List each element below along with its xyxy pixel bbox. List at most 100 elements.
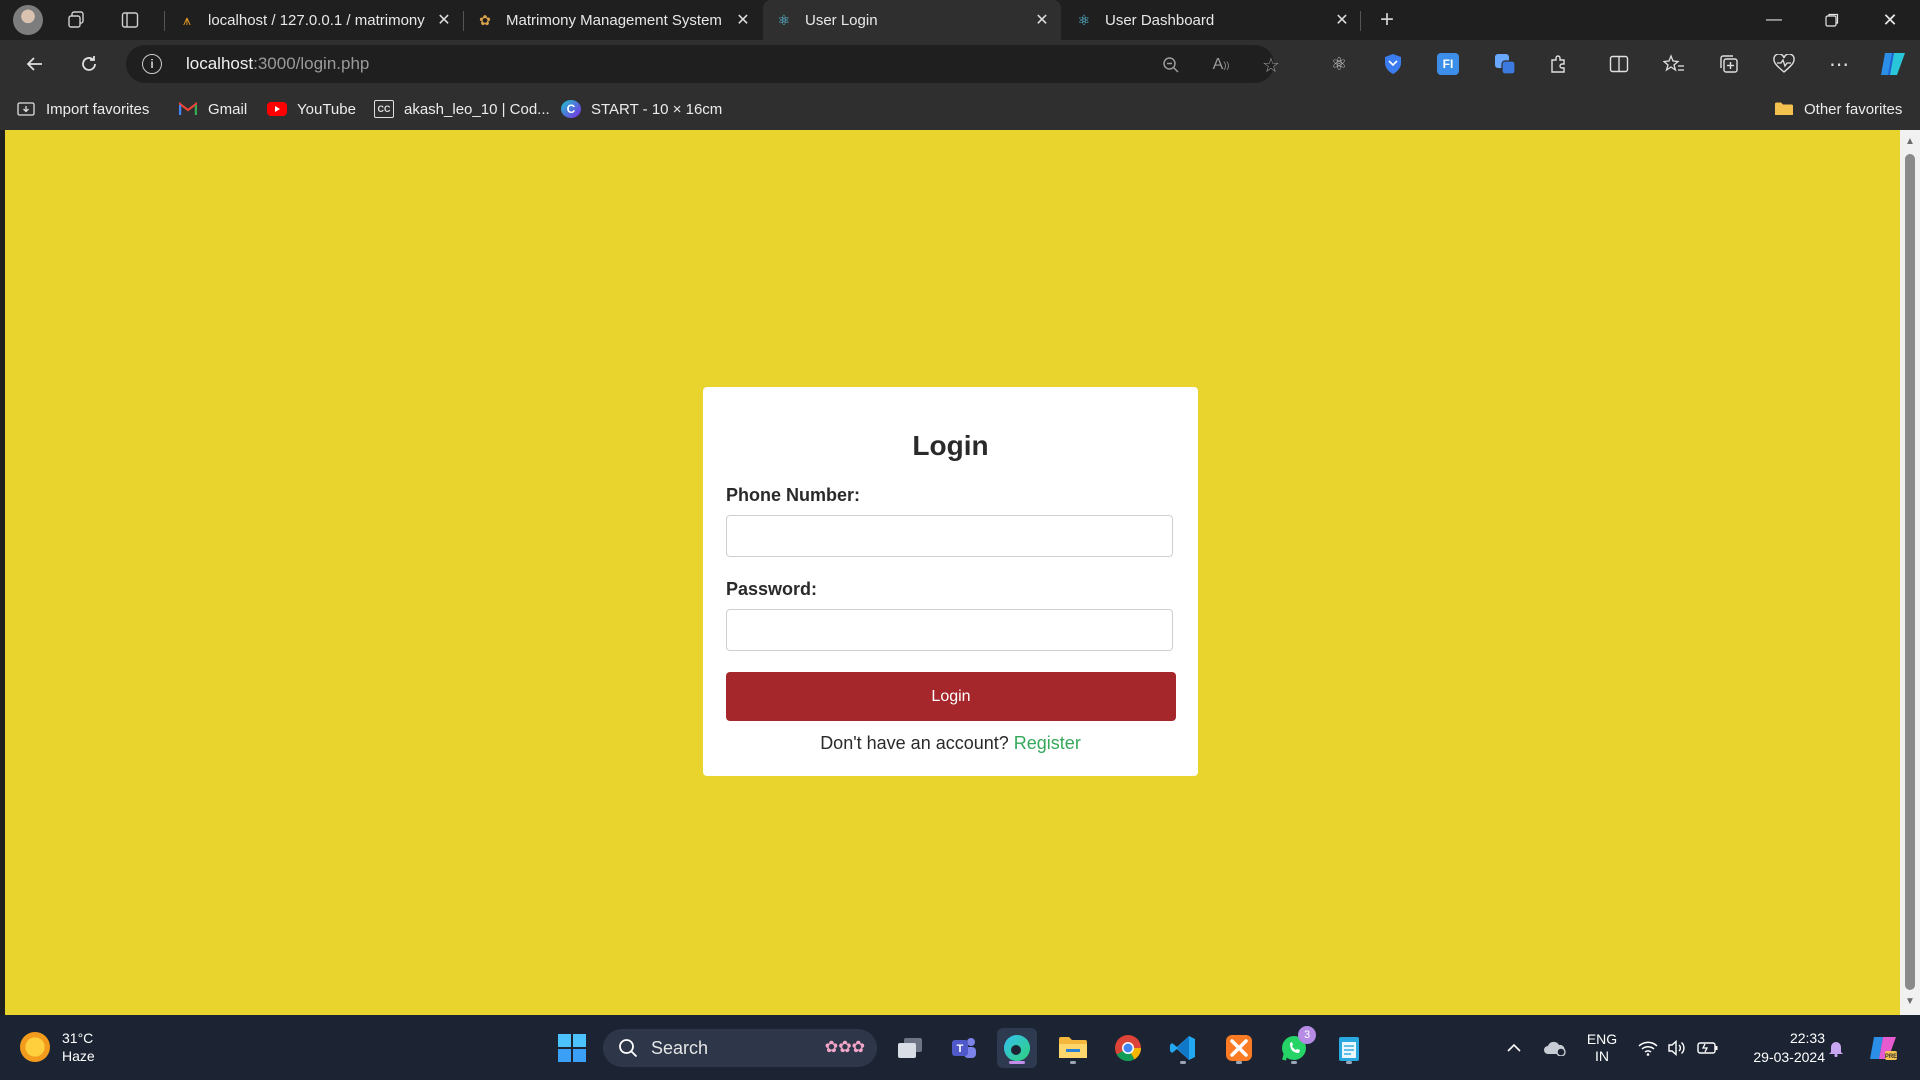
vertical-tabs-icon[interactable] bbox=[116, 6, 144, 34]
phone-number-input[interactable] bbox=[726, 515, 1173, 557]
site-info-icon[interactable]: i bbox=[142, 54, 162, 74]
copilot-taskbar-icon[interactable]: PRE bbox=[1863, 1015, 1903, 1080]
notification-bell-icon[interactable] bbox=[1822, 1015, 1850, 1080]
close-tab-icon[interactable]: ✕ bbox=[435, 11, 453, 29]
page-scrollbar[interactable]: ▲ ▼ bbox=[1900, 130, 1920, 1015]
tab-phpmyadmin[interactable]: ⩚ localhost / 127.0.0.1 / matrimony ✕ bbox=[166, 0, 463, 40]
new-tab-icon[interactable]: + bbox=[1373, 6, 1401, 34]
whatsapp-icon[interactable]: 3 bbox=[1274, 1026, 1316, 1068]
workspaces-icon[interactable] bbox=[62, 6, 90, 34]
favorite-label: YouTube bbox=[297, 100, 356, 118]
favorite-other-folder[interactable]: Other favorites bbox=[1774, 98, 1902, 120]
profile-avatar[interactable] bbox=[13, 5, 43, 35]
task-view-icon[interactable] bbox=[890, 1028, 930, 1068]
scroll-down-icon[interactable]: ▼ bbox=[1904, 996, 1916, 1008]
chevron-up-icon[interactable] bbox=[1500, 1015, 1528, 1080]
close-window-icon[interactable]: ✕ bbox=[1861, 0, 1919, 40]
phpmyadmin-icon: ⩚ bbox=[183, 11, 191, 28]
extensions-puzzle-icon[interactable] bbox=[1541, 48, 1575, 80]
login-button[interactable]: Login bbox=[726, 672, 1176, 721]
fi-extension-icon[interactable]: FI bbox=[1431, 48, 1465, 80]
xampp-icon[interactable] bbox=[1219, 1028, 1259, 1068]
tab-strip: ⩚ localhost / 127.0.0.1 / matrimony ✕ ✿ … bbox=[0, 0, 1920, 40]
back-arrow-icon[interactable] bbox=[18, 48, 52, 80]
copilot-icon[interactable] bbox=[1876, 48, 1910, 80]
running-app-indicator bbox=[1236, 1061, 1242, 1064]
react-icon: ⚛ bbox=[1077, 11, 1091, 28]
scroll-thumb[interactable] bbox=[1905, 154, 1915, 990]
canva-icon: C bbox=[561, 100, 581, 118]
running-app-indicator bbox=[1291, 1061, 1297, 1064]
zoom-out-icon[interactable] bbox=[1160, 54, 1182, 76]
shield-extension-icon[interactable] bbox=[1376, 48, 1410, 80]
notification-badge: 3 bbox=[1298, 1026, 1316, 1044]
file-explorer-icon[interactable] bbox=[1053, 1028, 1093, 1068]
tab-title: localhost / 127.0.0.1 / matrimony bbox=[208, 11, 425, 29]
browser-toolbar: i localhost:3000/login.php A)) ☆ ⚛ FI ⋯ bbox=[0, 40, 1920, 112]
collections-icon[interactable] bbox=[1712, 48, 1746, 80]
notepad-icon[interactable] bbox=[1329, 1028, 1369, 1068]
start-windows-icon[interactable] bbox=[552, 1028, 592, 1068]
favorite-codechef[interactable]: CC akash_leo_10 | Cod... bbox=[374, 98, 550, 120]
close-tab-icon[interactable]: ✕ bbox=[1033, 11, 1051, 29]
refresh-icon[interactable] bbox=[72, 48, 106, 80]
tab-user-dashboard[interactable]: ⚛ User Dashboard ✕ bbox=[1063, 0, 1361, 40]
favorite-label: Import favorites bbox=[46, 100, 150, 118]
favorite-label: START - 10 × 16cm bbox=[591, 100, 723, 118]
browser-essentials-icon[interactable] bbox=[1767, 48, 1801, 80]
wifi-icon[interactable] bbox=[1635, 1015, 1661, 1080]
register-prompt: Don't have an account? Register bbox=[703, 733, 1198, 754]
search-icon bbox=[617, 1037, 639, 1059]
svg-text:T: T bbox=[957, 1043, 964, 1055]
system-clock[interactable]: 22:33 29-03-2024 bbox=[1735, 1029, 1825, 1067]
running-app-indicator bbox=[1070, 1061, 1076, 1064]
restore-icon[interactable] bbox=[1803, 0, 1861, 40]
close-tab-icon[interactable]: ✕ bbox=[734, 11, 752, 29]
tab-user-login[interactable]: ⚛ User Login ✕ bbox=[763, 0, 1061, 40]
windows-taskbar: 31°C Haze Search ✿✿✿ T 3 ENG IN 22:33 29… bbox=[0, 1015, 1920, 1080]
minimize-icon[interactable]: — bbox=[1745, 0, 1803, 40]
register-link[interactable]: Register bbox=[1014, 733, 1081, 753]
favorite-label: akash_leo_10 | Cod... bbox=[404, 100, 550, 118]
language-code: ENG bbox=[1586, 1030, 1618, 1047]
volume-icon[interactable] bbox=[1664, 1015, 1690, 1080]
favorite-canva[interactable]: C START - 10 × 16cm bbox=[561, 98, 722, 120]
favorite-label: Other favorites bbox=[1804, 100, 1903, 118]
address-bar[interactable]: i localhost:3000/login.php A)) ☆ bbox=[126, 45, 1280, 83]
login-title: Login bbox=[912, 430, 989, 461]
read-aloud-icon[interactable]: A)) bbox=[1210, 54, 1232, 76]
vscode-icon[interactable] bbox=[1163, 1028, 1203, 1068]
weather-widget[interactable]: 31°C Haze bbox=[20, 1029, 95, 1065]
favorites-icon[interactable] bbox=[1657, 48, 1691, 80]
haze-weather-icon bbox=[20, 1032, 50, 1062]
tab-title: Matrimony Management System bbox=[506, 11, 722, 29]
fi-badge: FI bbox=[1437, 53, 1459, 75]
youtube-icon bbox=[267, 100, 287, 118]
favorite-youtube[interactable]: YouTube bbox=[267, 98, 356, 120]
search-label: Search bbox=[651, 1037, 709, 1058]
more-menu-icon[interactable]: ⋯ bbox=[1822, 48, 1856, 80]
favorite-star-icon[interactable]: ☆ bbox=[1260, 54, 1282, 77]
split-screen-icon[interactable] bbox=[1602, 48, 1636, 80]
password-input[interactable] bbox=[726, 609, 1173, 651]
favorite-import[interactable]: Import favorites bbox=[16, 98, 149, 120]
copy-extension-icon[interactable] bbox=[1488, 48, 1522, 80]
cherry-blossom-icon: ✿✿✿ bbox=[824, 1039, 865, 1056]
battery-icon[interactable] bbox=[1694, 1015, 1722, 1080]
scroll-up-icon[interactable]: ▲ bbox=[1904, 136, 1916, 148]
language-indicator[interactable]: ENG IN bbox=[1580, 1015, 1624, 1080]
taskbar-search[interactable]: Search ✿✿✿ bbox=[603, 1029, 877, 1067]
tab-separator bbox=[1360, 11, 1361, 31]
onedrive-icon[interactable] bbox=[1538, 1015, 1570, 1080]
phone-label: Phone Number: bbox=[726, 485, 861, 505]
clock-time: 22:33 bbox=[1789, 1030, 1825, 1046]
edge-icon[interactable] bbox=[997, 1028, 1037, 1068]
import-icon bbox=[16, 100, 36, 118]
tab-matrimony[interactable]: ✿ Matrimony Management System ✕ bbox=[464, 0, 762, 40]
react-devtools-icon[interactable]: ⚛ bbox=[1322, 48, 1356, 80]
favorite-gmail[interactable]: Gmail bbox=[178, 98, 247, 120]
chrome-icon[interactable] bbox=[1108, 1028, 1148, 1068]
url-text[interactable]: localhost:3000/login.php bbox=[186, 54, 369, 74]
close-tab-icon[interactable]: ✕ bbox=[1333, 11, 1351, 29]
teams-icon[interactable]: T bbox=[944, 1028, 984, 1068]
